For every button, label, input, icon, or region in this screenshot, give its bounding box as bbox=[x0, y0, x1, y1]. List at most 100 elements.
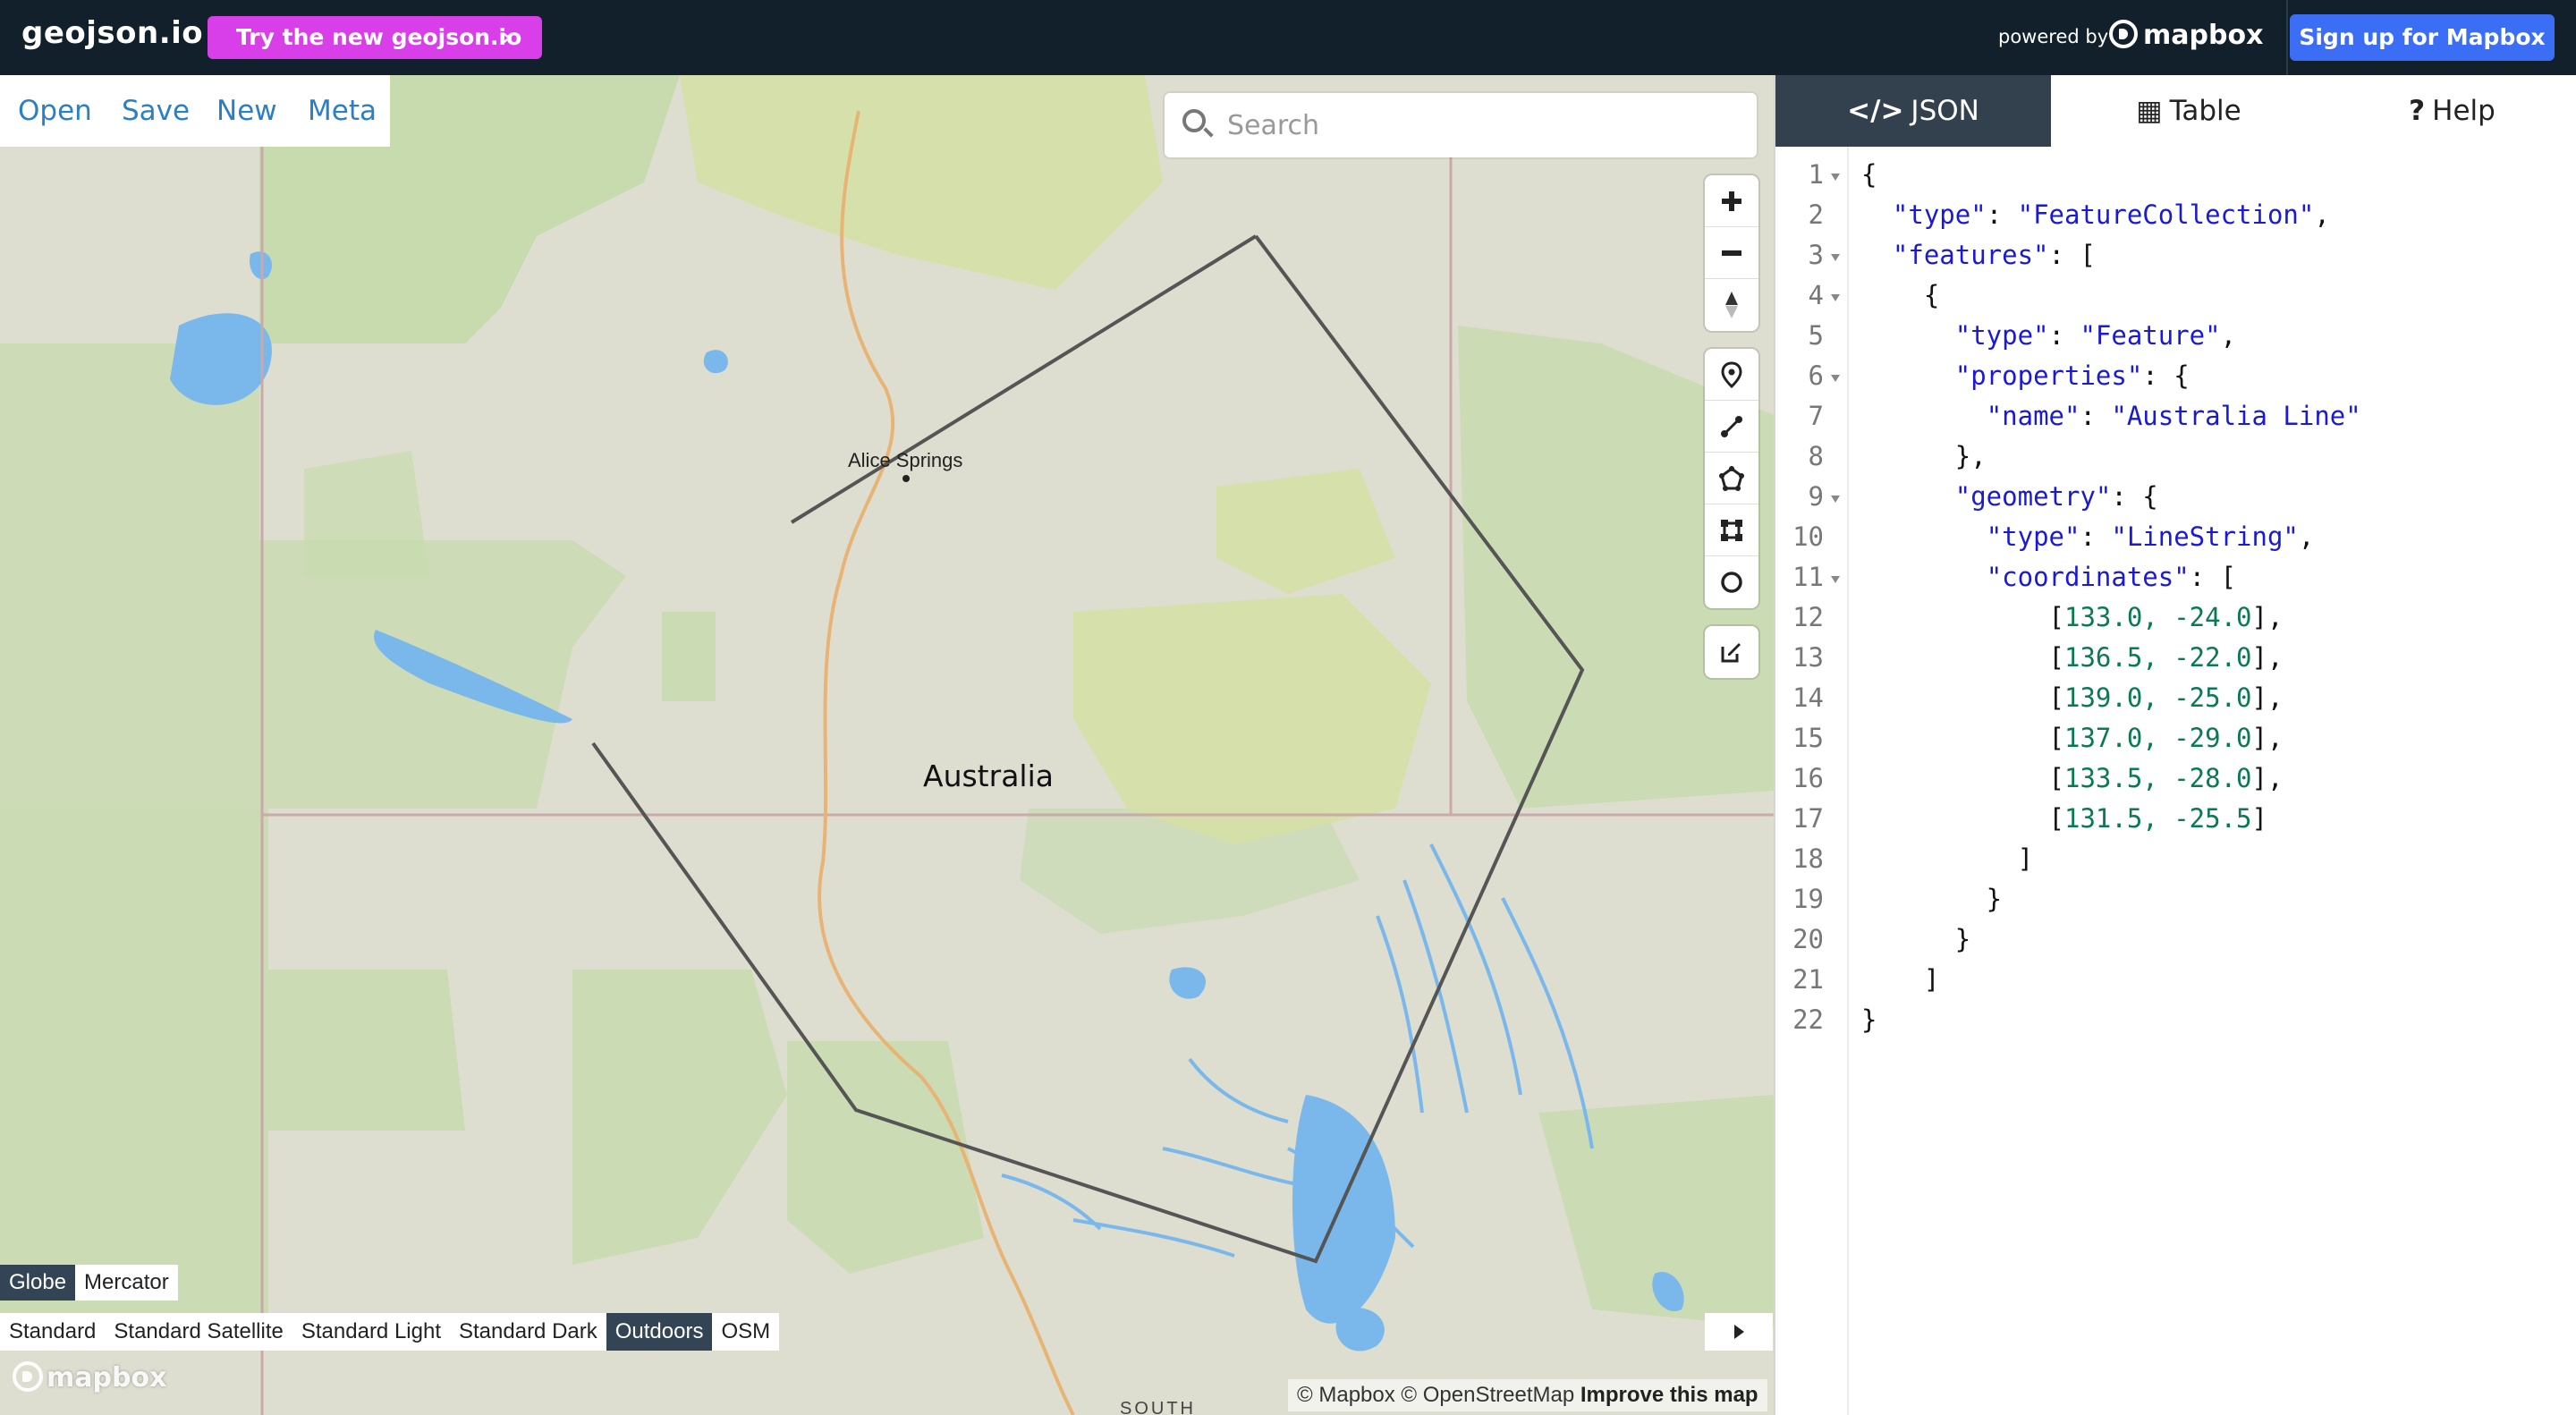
tab-help-label: Help bbox=[2432, 95, 2496, 127]
json-coordinate: 136.5, -22.0 bbox=[2063, 642, 2252, 673]
line-number: 14 bbox=[1792, 682, 1824, 713]
table-icon: ▦ bbox=[2136, 95, 2163, 127]
draw-controls bbox=[1705, 349, 1758, 608]
polygon-icon bbox=[1719, 465, 1744, 491]
json-coordinate: 137.0, -29.0 bbox=[2063, 723, 2252, 753]
style-standard-dark[interactable]: Standard Dark bbox=[450, 1313, 606, 1351]
attribution-osm-link[interactable]: © OpenStreetMap bbox=[1401, 1383, 1574, 1407]
line-number-gutter: 1 2 3 4 5 6 7 8 9 10 11 12 13 14 15 16 1… bbox=[1775, 147, 1849, 1415]
projection-mercator[interactable]: Mercator bbox=[75, 1265, 178, 1301]
line-number: 1 bbox=[1808, 159, 1824, 190]
line-icon bbox=[1721, 415, 1742, 437]
draw-circle-button[interactable] bbox=[1705, 556, 1758, 608]
code-line: [139.0, -25.0], bbox=[1861, 682, 2284, 713]
mapbox-watermark-text: mapbox bbox=[47, 1362, 167, 1394]
json-string: "FeatureCollection" bbox=[2017, 199, 2315, 230]
fold-arrow-icon[interactable] bbox=[1831, 496, 1840, 503]
style-outdoors[interactable]: Outdoors bbox=[606, 1313, 713, 1351]
search-input[interactable] bbox=[1227, 106, 1728, 145]
try-new-geojson-button[interactable]: Try the new geojson.io › bbox=[208, 16, 542, 59]
draw-line-button[interactable] bbox=[1705, 401, 1758, 453]
draw-marker-button[interactable] bbox=[1705, 349, 1758, 401]
style-standard-satellite[interactable]: Standard Satellite bbox=[105, 1313, 292, 1351]
compass-button[interactable] bbox=[1705, 279, 1758, 331]
line-number: 10 bbox=[1792, 521, 1824, 552]
projection-globe[interactable]: Globe bbox=[0, 1265, 76, 1301]
fold-arrow-icon[interactable] bbox=[1831, 576, 1840, 583]
draw-polygon-button[interactable] bbox=[1705, 453, 1758, 504]
tab-help[interactable]: ? Help bbox=[2326, 75, 2576, 147]
line-number: 3 bbox=[1808, 240, 1824, 270]
tab-json[interactable]: </> JSON bbox=[1775, 75, 2051, 147]
code-line: [131.5, -25.5] bbox=[1861, 803, 2267, 834]
json-key: "type" bbox=[1892, 199, 1987, 230]
zoom-out-button[interactable] bbox=[1705, 227, 1758, 279]
sidebar: </> JSON ▦ Table ? Help 1 2 3 4 5 6 7 8 9 1… bbox=[1774, 75, 2576, 1415]
style-standard[interactable]: Standard bbox=[0, 1313, 105, 1351]
attribution-mapbox-link[interactable]: © Mapbox bbox=[1297, 1383, 1395, 1407]
try-button-label: Try the new geojson.io bbox=[236, 24, 522, 50]
code-line: "properties": { bbox=[1954, 360, 2190, 391]
zoom-in-button[interactable] bbox=[1705, 175, 1758, 227]
improve-map-link[interactable]: Improve this map bbox=[1580, 1383, 1758, 1407]
json-string: "Australia Line" bbox=[2111, 401, 2361, 431]
new-menu[interactable]: New bbox=[216, 95, 277, 127]
line-number: 17 bbox=[1792, 803, 1824, 834]
line-number: 5 bbox=[1808, 320, 1824, 351]
country-label: Australia bbox=[923, 758, 1054, 793]
signup-button[interactable]: Sign up for Mapbox bbox=[2290, 14, 2555, 61]
style-osm[interactable]: OSM bbox=[712, 1313, 779, 1351]
code-line: [133.5, -28.0], bbox=[1861, 763, 2284, 793]
navigation-controls bbox=[1705, 175, 1758, 331]
open-menu[interactable]: Open bbox=[18, 95, 92, 127]
map-tiles bbox=[0, 75, 1774, 1415]
topbar-divider bbox=[2286, 0, 2288, 75]
tab-table-label: Table bbox=[2169, 95, 2241, 127]
mapbox-watermark[interactable]: mapbox bbox=[13, 1361, 166, 1394]
caret-right-icon bbox=[1733, 1325, 1744, 1339]
top-bar: geojson.io Try the new geojson.io › powe… bbox=[0, 0, 2576, 75]
draw-rectangle-button[interactable] bbox=[1705, 504, 1758, 556]
tab-table[interactable]: ▦ Table bbox=[2051, 75, 2326, 147]
zoom-out-icon bbox=[1722, 250, 1741, 256]
code-line: ] bbox=[1861, 843, 2034, 874]
json-key: "type" bbox=[1954, 320, 2049, 351]
region-label: SOUTH bbox=[1120, 1399, 1196, 1415]
fold-arrow-icon[interactable] bbox=[1831, 254, 1840, 261]
line-number: 22 bbox=[1792, 1004, 1824, 1035]
powered-by-label: powered by bbox=[1998, 26, 2109, 47]
mapbox-logo[interactable]: mapbox bbox=[2109, 20, 2263, 55]
code-line: { bbox=[1861, 159, 1877, 190]
code-line: "name": "Australia Line" bbox=[1986, 401, 2361, 431]
tab-json-label: JSON bbox=[1911, 95, 1979, 127]
collapse-sidebar-button[interactable] bbox=[1705, 1313, 1773, 1351]
line-number: 16 bbox=[1792, 763, 1824, 793]
save-menu[interactable]: Save bbox=[122, 95, 190, 127]
code-line: "coordinates": [ bbox=[1986, 562, 2237, 592]
map-attribution: © Mapbox © OpenStreetMap Improve this ma… bbox=[1288, 1379, 1767, 1411]
map-canvas[interactable]: Alice Springs Australia SOUTH bbox=[0, 75, 1774, 1415]
code-line: "type": "FeatureCollection", bbox=[1892, 199, 2330, 230]
json-key: "name" bbox=[1986, 401, 2080, 431]
json-coordinate: 133.0, -24.0 bbox=[2063, 602, 2252, 632]
fold-arrow-icon[interactable] bbox=[1831, 375, 1840, 382]
code-line: "geometry": { bbox=[1954, 481, 2158, 512]
meta-menu[interactable]: Meta bbox=[308, 95, 377, 127]
style-standard-light[interactable]: Standard Light bbox=[292, 1313, 450, 1351]
code-line: } bbox=[1861, 924, 1971, 954]
json-coordinate: 139.0, -25.0 bbox=[2063, 682, 2252, 713]
zoom-in-icon bbox=[1722, 191, 1741, 211]
code-line: [133.0, -24.0], bbox=[1861, 602, 2284, 632]
mapbox-watermark-icon bbox=[13, 1361, 43, 1392]
code-line: ] bbox=[1861, 964, 1940, 995]
mapbox-logo-icon bbox=[2109, 20, 2138, 48]
json-key: "type" bbox=[1986, 521, 2080, 552]
edit-button[interactable] bbox=[1705, 626, 1758, 678]
line-number: 4 bbox=[1808, 280, 1824, 310]
fold-arrow-icon[interactable] bbox=[1831, 294, 1840, 301]
code-line: "type": "Feature", bbox=[1954, 320, 2237, 351]
json-string: "Feature" bbox=[2080, 320, 2221, 351]
json-coordinate: 131.5, -25.5 bbox=[2063, 803, 2252, 834]
fold-arrow-icon[interactable] bbox=[1831, 174, 1840, 181]
json-editor[interactable]: 1 2 3 4 5 6 7 8 9 10 11 12 13 14 15 16 1… bbox=[1775, 147, 2576, 1415]
